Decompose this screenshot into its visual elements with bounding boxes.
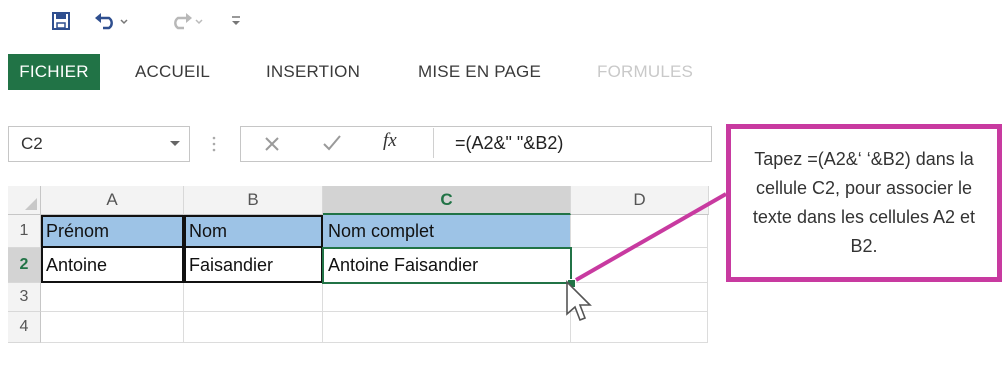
tab-insertion[interactable]: INSERTION <box>266 54 360 90</box>
mouse-cursor-icon <box>566 280 592 322</box>
customize-toolbar-icon-graphic <box>232 16 240 25</box>
customize-toolbar-icon[interactable] <box>228 10 244 32</box>
range-border-a1-a2 <box>41 215 184 283</box>
row-header-4[interactable]: 4 <box>8 312 41 343</box>
tab-formules[interactable]: FORMULES <box>597 54 693 90</box>
close-icon[interactable] <box>264 136 280 152</box>
name-box-value: C2 <box>21 134 43 153</box>
row-header-3[interactable]: 3 <box>8 283 41 312</box>
callout-text: Tapez =(A2&‘ ‘&B2) dans la cellule C2, p… <box>752 149 976 256</box>
checkmark-icon[interactable] <box>322 134 342 152</box>
select-all-corner[interactable] <box>8 186 41 215</box>
row-header-2[interactable]: 2 <box>8 248 41 283</box>
callout-box: Tapez =(A2&‘ ‘&B2) dans la cellule C2, p… <box>726 124 1002 282</box>
range-border-row1 <box>41 246 323 248</box>
name-box[interactable]: C2 <box>8 126 190 162</box>
undo-icon[interactable] <box>92 10 132 32</box>
redo-icon-graphic <box>174 13 203 30</box>
tab-fichier[interactable]: FICHIER <box>8 54 100 90</box>
cell-a3[interactable] <box>41 283 184 312</box>
undo-icon-graphic <box>95 13 128 30</box>
row-header-1[interactable]: 1 <box>8 215 41 248</box>
function-label: fx <box>383 130 397 151</box>
range-border-b1-b2 <box>184 215 323 283</box>
chevron-down-icon[interactable] <box>169 140 181 148</box>
callout-pointer-line <box>575 192 727 282</box>
tab-mise-en-page[interactable]: MISE EN PAGE <box>418 54 541 90</box>
selected-cell-outline <box>322 247 572 284</box>
select-all-triangle-icon <box>25 198 37 210</box>
save-icon[interactable] <box>50 10 72 32</box>
ribbon-tabs: FICHIER ACCUEIL INSERTION MISE EN PAGE F… <box>0 54 720 90</box>
cell-c3[interactable] <box>323 283 571 312</box>
column-header-a[interactable]: A <box>41 186 184 215</box>
cell-b4[interactable] <box>184 312 323 343</box>
insert-function-icon[interactable]: fx <box>383 130 397 152</box>
save-icon-graphic <box>52 12 70 30</box>
column-header-b[interactable]: B <box>184 186 323 215</box>
tab-accueil[interactable]: ACCUEIL <box>135 54 210 90</box>
column-header-c[interactable]: C <box>323 186 571 215</box>
cell-b3[interactable] <box>184 283 323 312</box>
cell-a4[interactable] <box>41 312 184 343</box>
formula-divider <box>433 128 434 158</box>
cell-c1[interactable]: Nom complet <box>323 215 571 248</box>
cell-c4[interactable] <box>323 312 571 343</box>
grip-handle-icon[interactable] <box>211 135 217 153</box>
formula-input[interactable]: =(A2&" "&B2) <box>455 133 563 154</box>
redo-icon[interactable] <box>165 10 205 32</box>
